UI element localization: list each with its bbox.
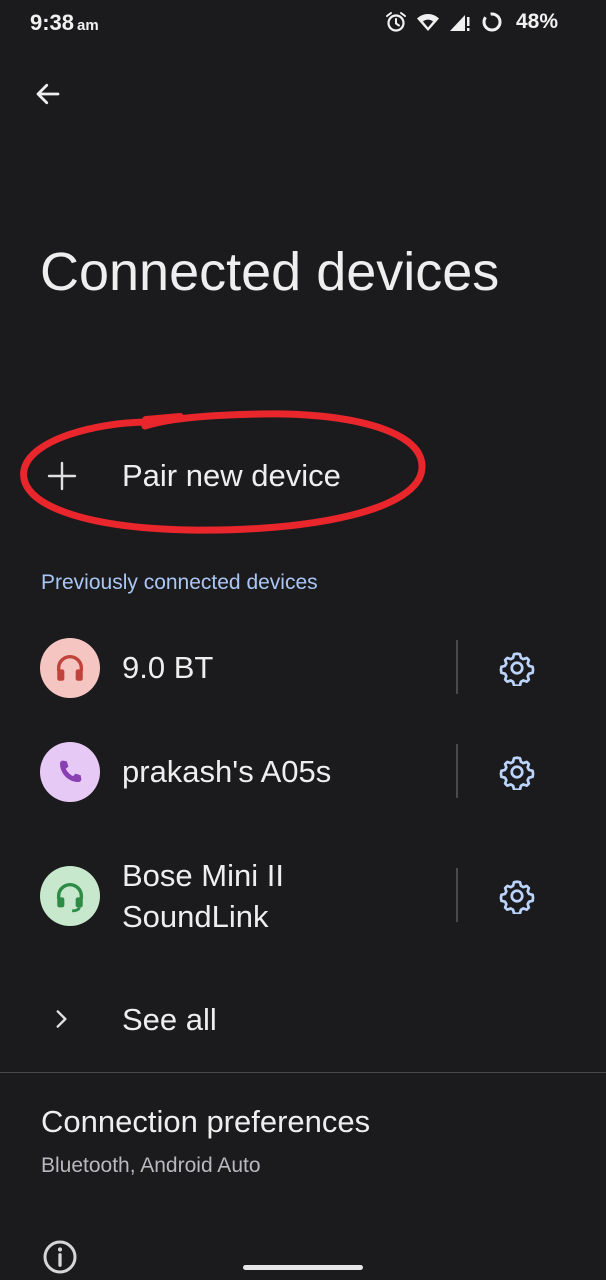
device-divider xyxy=(456,868,458,922)
device-avatar xyxy=(40,638,100,698)
headset-icon xyxy=(56,883,84,913)
device-settings-button[interactable] xyxy=(493,644,541,692)
device-row-9-0-bt[interactable]: 9.0 BT xyxy=(0,636,606,700)
gear-icon xyxy=(499,880,535,914)
pair-new-device-label: Pair new device xyxy=(122,458,341,493)
connected-devices-screen: 9:38 am 48% Connected devices Pair new d… xyxy=(0,0,606,1280)
alarm-icon xyxy=(385,12,406,32)
device-avatar xyxy=(40,866,100,926)
headphones-icon xyxy=(56,655,84,681)
device-name: 9.0 BT xyxy=(122,650,214,685)
back-button[interactable] xyxy=(26,74,70,114)
connection-preferences-subtitle: Bluetooth, Android Auto xyxy=(41,1154,261,1177)
device-settings-button[interactable] xyxy=(493,872,541,920)
battery-saver-icon xyxy=(482,12,502,32)
status-time-ampm: am xyxy=(77,17,99,34)
device-avatar xyxy=(40,742,100,802)
battery-percent: 48% xyxy=(515,10,558,33)
device-row-bose-mini-ii-soundlink[interactable]: Bose Mini II SoundLink xyxy=(0,852,606,940)
connection-preferences-item[interactable]: Connection preferences Bluetooth, Androi… xyxy=(0,1098,606,1188)
device-name: Bose Mini II SoundLink xyxy=(122,858,284,934)
plus-icon xyxy=(47,461,77,491)
status-time-value: 9:38 xyxy=(30,10,75,35)
device-divider xyxy=(456,640,458,694)
phone-icon xyxy=(60,760,82,782)
device-row-prakash-a05s[interactable]: prakash's A05s xyxy=(0,740,606,804)
device-name: prakash's A05s xyxy=(122,754,332,789)
gear-icon xyxy=(499,756,535,790)
gesture-nav-handle[interactable] xyxy=(243,1265,363,1270)
gear-icon xyxy=(499,652,535,686)
signal-icon xyxy=(449,15,470,31)
status-time: 9:38 am xyxy=(30,10,99,36)
previously-connected-header: Previously connected devices xyxy=(41,571,318,594)
section-divider xyxy=(0,1072,606,1073)
see-all-label: See all xyxy=(122,1002,217,1037)
page-title: Connected devices xyxy=(40,242,500,302)
info-icon xyxy=(43,1240,77,1274)
arrow-left-icon xyxy=(36,83,60,105)
see-all-button[interactable]: See all xyxy=(0,990,606,1052)
pair-new-device-button[interactable]: Pair new device xyxy=(0,440,606,514)
wifi-icon xyxy=(416,14,439,31)
device-settings-button[interactable] xyxy=(493,748,541,796)
device-divider xyxy=(456,744,458,798)
connection-preferences-title: Connection preferences xyxy=(41,1104,371,1139)
chevron-right-icon xyxy=(56,1010,67,1028)
status-icons: 48% xyxy=(384,10,558,34)
status-bar: 9:38 am 48% xyxy=(0,0,606,48)
